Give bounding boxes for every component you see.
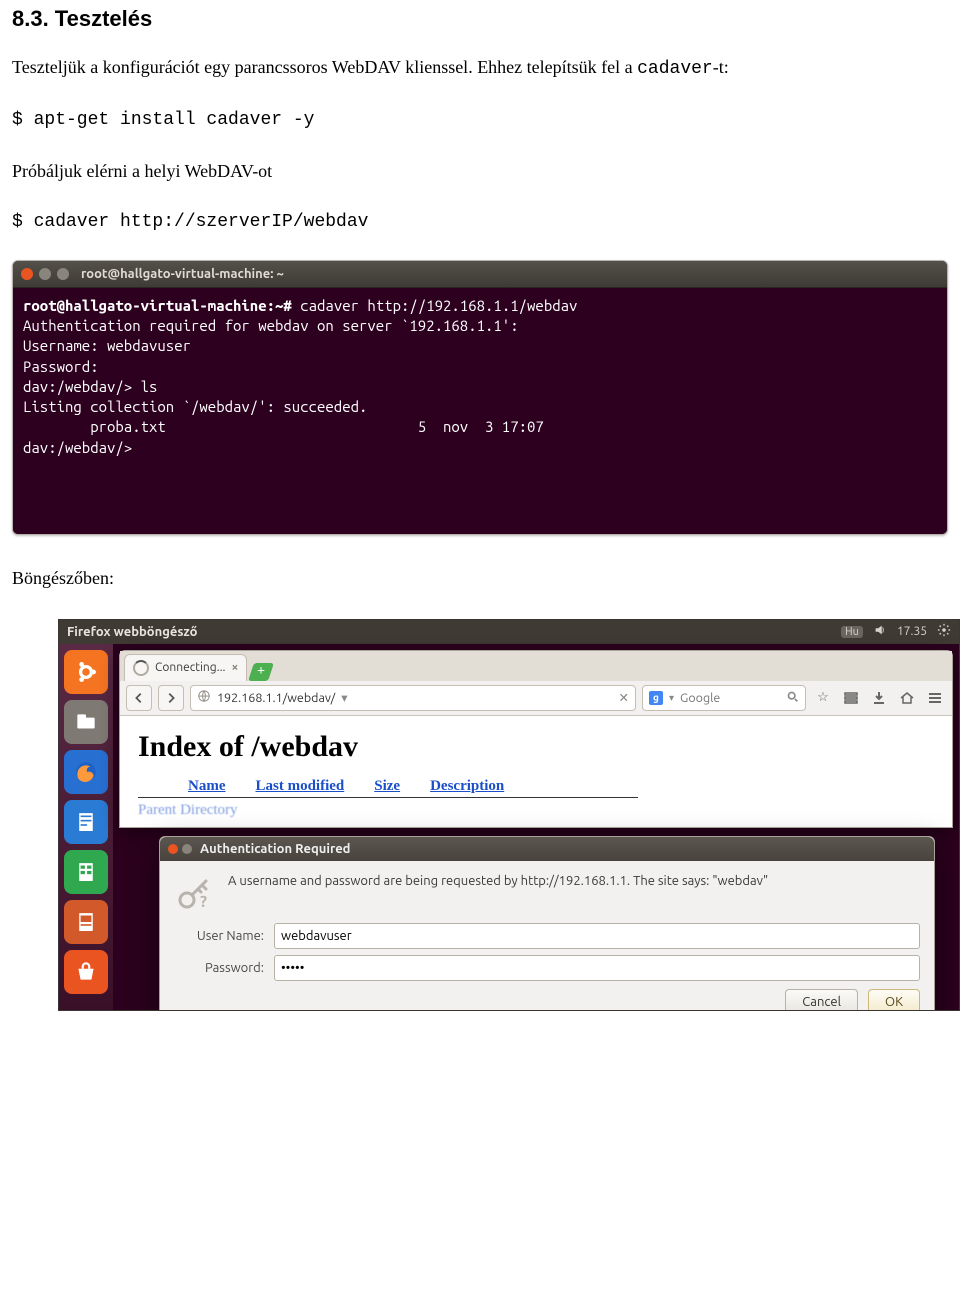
forward-button[interactable] bbox=[158, 685, 184, 711]
terminal-line: dav:/webdav/> bbox=[23, 438, 937, 458]
terminal-window: root@hallgato-virtual-machine: ~ root@ha… bbox=[12, 260, 948, 535]
bookmark-star-icon[interactable]: ☆ bbox=[812, 687, 834, 709]
tab-close-icon[interactable]: × bbox=[232, 661, 239, 674]
system-gear-icon[interactable] bbox=[937, 623, 951, 640]
intro-paragraph: Teszteljük a konfigurációt egy parancsso… bbox=[12, 54, 948, 84]
intro-text-2: -t: bbox=[713, 57, 729, 77]
site-identity-icon[interactable] bbox=[197, 689, 211, 706]
bookmarks-menu-icon[interactable] bbox=[840, 687, 862, 709]
col-lastmod[interactable]: Last modified bbox=[256, 778, 345, 795]
minimize-icon[interactable] bbox=[39, 268, 51, 280]
password-label: Password: bbox=[174, 961, 264, 975]
dialog-message: A username and password are being reques… bbox=[228, 873, 920, 891]
terminal-cmd: cadaver http://192.168.1.1/webdav bbox=[292, 297, 578, 314]
loading-spinner-icon bbox=[133, 660, 149, 676]
maximize-icon[interactable] bbox=[57, 268, 69, 280]
tab-label: Connecting... bbox=[155, 661, 226, 674]
search-placeholder: Google bbox=[680, 691, 720, 705]
terminal-body[interactable]: root@hallgato-virtual-machine:~# cadaver… bbox=[13, 288, 947, 534]
dialog-close-icon[interactable] bbox=[168, 844, 178, 854]
col-size[interactable]: Size bbox=[374, 778, 400, 795]
terminal-line: Username: webdavuser bbox=[23, 336, 937, 356]
firefox-tabstrip[interactable]: Connecting... × + bbox=[120, 651, 952, 681]
terminal-prompt: root@hallgato-virtual-machine:~# bbox=[23, 297, 292, 314]
parent-directory-link[interactable]: Parent Directory bbox=[138, 802, 934, 819]
ok-button[interactable]: OK bbox=[868, 989, 920, 1011]
url-bar[interactable]: 192.168.1.1/webdav/ ▾ ✕ bbox=[190, 685, 636, 711]
close-icon[interactable] bbox=[21, 268, 33, 280]
terminal-title: root@hallgato-virtual-machine: ~ bbox=[81, 267, 284, 281]
terminal-line: Listing collection `/webdav/': succeeded… bbox=[23, 397, 937, 417]
keyboard-layout-indicator[interactable]: Hu bbox=[841, 626, 863, 638]
intro-text-1: Teszteljük a konfigurációt egy parancsso… bbox=[12, 57, 637, 77]
firefox-window: Connecting... × + 192.168.1.1/webdav/ bbox=[119, 650, 953, 828]
impress-icon[interactable] bbox=[64, 900, 108, 944]
cadaver-code: cadaver bbox=[637, 59, 713, 79]
firefox-icon[interactable] bbox=[64, 750, 108, 794]
terminal-line: Authentication required for webdav on se… bbox=[23, 316, 937, 336]
hamburger-menu-icon[interactable] bbox=[924, 687, 946, 709]
username-label: User Name: bbox=[174, 929, 264, 943]
index-table-header: Name Last modified Size Description bbox=[138, 778, 638, 798]
search-dropdown-icon[interactable]: ▾ bbox=[669, 692, 674, 704]
username-input[interactable] bbox=[274, 923, 920, 949]
command-install: $ apt-get install cadaver -y bbox=[12, 110, 948, 130]
section-heading: 8.3. Tesztelés bbox=[12, 6, 948, 32]
volume-indicator-icon[interactable] bbox=[873, 623, 887, 640]
home-icon[interactable] bbox=[896, 687, 918, 709]
calc-icon[interactable] bbox=[64, 850, 108, 894]
ubuntu-desktop: Firefox webböngésző Hu 17.35 bbox=[58, 619, 960, 1011]
svg-text:?: ? bbox=[200, 893, 207, 911]
terminal-titlebar[interactable]: root@hallgato-virtual-machine: ~ bbox=[13, 261, 947, 288]
terminal-line: dav:/webdav/> ls bbox=[23, 377, 937, 397]
software-center-icon[interactable] bbox=[64, 950, 108, 994]
para-try-reach: Próbáljuk elérni a helyi WebDAV-ot bbox=[12, 158, 948, 186]
clock-indicator[interactable]: 17.35 bbox=[897, 625, 927, 638]
command-cadaver: $ cadaver http://szerverIP/webdav bbox=[12, 212, 948, 232]
dialog-title: Authentication Required bbox=[200, 842, 350, 856]
page-content: Index of /webdav Name Last modified Size… bbox=[120, 716, 952, 827]
index-heading: Index of /webdav bbox=[138, 730, 934, 764]
top-menubar[interactable]: Firefox webböngésző Hu 17.35 bbox=[59, 620, 959, 644]
files-icon[interactable] bbox=[64, 700, 108, 744]
new-tab-button[interactable]: + bbox=[248, 663, 274, 681]
dropdown-arrow-icon[interactable]: ▾ bbox=[341, 690, 347, 705]
auth-dialog: Authentication Required ? A username and… bbox=[159, 836, 935, 1011]
back-button[interactable] bbox=[126, 685, 152, 711]
unity-launcher[interactable] bbox=[59, 644, 113, 1010]
col-desc[interactable]: Description bbox=[430, 778, 504, 795]
url-text: 192.168.1.1/webdav/ bbox=[217, 691, 335, 705]
browser-tab[interactable]: Connecting... × bbox=[124, 654, 247, 681]
col-name[interactable]: Name bbox=[188, 778, 226, 795]
firefox-toolbar: 192.168.1.1/webdav/ ▾ ✕ g ▾ Google ☆ bbox=[120, 681, 952, 716]
dialog-expand-icon[interactable] bbox=[182, 844, 192, 854]
search-go-icon[interactable] bbox=[786, 690, 799, 706]
para-browser: Böngészőben: bbox=[12, 565, 948, 593]
active-app-title: Firefox webböngésző bbox=[67, 625, 197, 639]
writer-icon[interactable] bbox=[64, 800, 108, 844]
search-bar[interactable]: g ▾ Google bbox=[642, 685, 806, 711]
terminal-line: Password: bbox=[23, 357, 937, 377]
downloads-icon[interactable] bbox=[868, 687, 890, 709]
key-question-icon: ? bbox=[174, 873, 214, 913]
password-input[interactable] bbox=[274, 955, 920, 981]
dash-icon[interactable] bbox=[64, 650, 108, 694]
google-badge-icon[interactable]: g bbox=[649, 691, 663, 705]
clear-url-icon[interactable]: ✕ bbox=[619, 690, 629, 705]
terminal-line: proba.txt 5 nov 3 17:07 bbox=[23, 417, 937, 437]
dialog-titlebar[interactable]: Authentication Required bbox=[160, 837, 934, 861]
cancel-button[interactable]: Cancel bbox=[785, 989, 858, 1011]
